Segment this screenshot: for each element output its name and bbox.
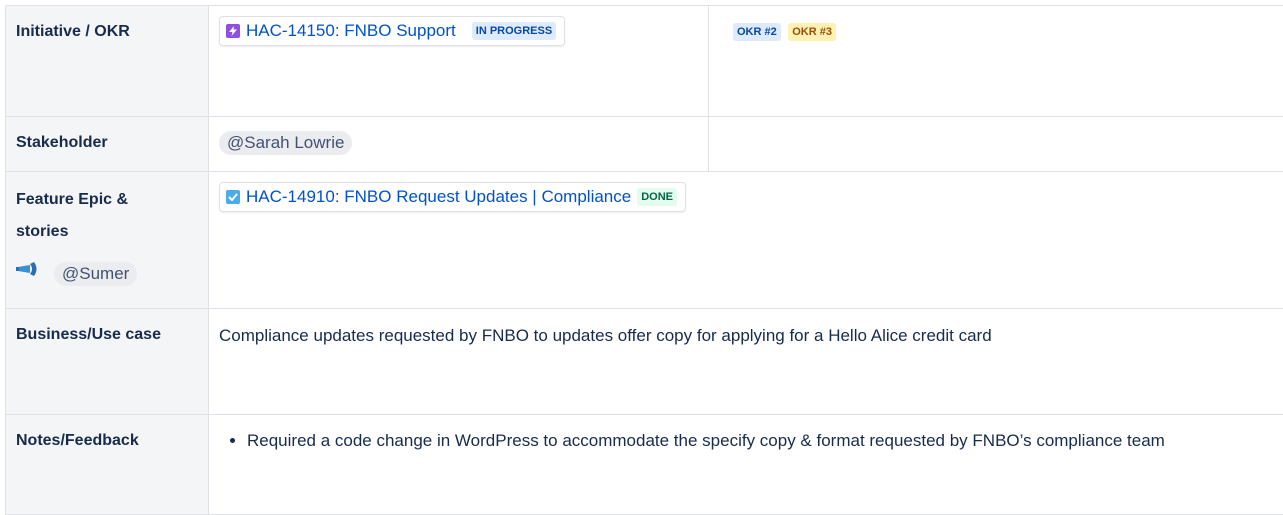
- stakeholder-label: Stakeholder: [16, 134, 108, 151]
- business-label: Business/Use case: [16, 319, 166, 351]
- business-cell: Compliance updates requested by FNBO to …: [209, 309, 1283, 415]
- stakeholder-empty-cell: [709, 117, 1283, 172]
- notes-list: Required a code change in WordPress to a…: [219, 426, 1255, 456]
- business-text: Compliance updates requested by FNBO to …: [219, 326, 992, 345]
- feature-cell: HAC-14910: FNBO Request Updates | Compli…: [209, 172, 1283, 309]
- jira-issue-card-initiative[interactable]: HAC-14150: FNBO Support IN PROGRESS: [219, 16, 565, 46]
- row-header-stakeholder: Stakeholder: [6, 117, 209, 172]
- status-badge-done: DONE: [637, 188, 677, 206]
- list-item: Required a code change in WordPress to a…: [247, 426, 1255, 456]
- feature-label: Feature Epic & stories: [16, 184, 166, 248]
- okr-cell: OKR #2 OKR #3: [709, 6, 1283, 117]
- table-row-initiative: Initiative / OKR HAC-14150: FNBO Support…: [6, 6, 1283, 117]
- row-header-business: Business/Use case: [6, 309, 209, 415]
- megaphone-icon: [16, 258, 46, 290]
- table-row-feature: Feature Epic & stories @Sumer HAC-14910:…: [6, 172, 1283, 309]
- initiative-issue-link[interactable]: HAC-14150: FNBO Support: [246, 21, 456, 41]
- table-row-business: Business/Use case Compliance updates req…: [6, 309, 1283, 415]
- initiative-label: Initiative / OKR: [16, 23, 130, 40]
- status-badge-in-progress: IN PROGRESS: [472, 22, 556, 40]
- initiative-cell: HAC-14150: FNBO Support IN PROGRESS: [209, 6, 709, 117]
- notes-cell: Required a code change in WordPress to a…: [209, 415, 1283, 515]
- notes-label: Notes/Feedback: [16, 432, 139, 449]
- row-header-initiative: Initiative / OKR: [6, 6, 209, 117]
- jira-issue-card-feature[interactable]: HAC-14910: FNBO Request Updates | Compli…: [219, 182, 686, 212]
- task-checkbox-icon: [226, 190, 240, 204]
- details-table: Initiative / OKR HAC-14150: FNBO Support…: [5, 5, 1283, 515]
- stakeholder-cell: @Sarah Lowrie: [209, 117, 709, 172]
- feature-owner: @Sumer: [16, 258, 198, 290]
- stakeholder-mention[interactable]: @Sarah Lowrie: [219, 131, 352, 155]
- row-header-notes: Notes/Feedback: [6, 415, 209, 515]
- feature-issue-link[interactable]: HAC-14910: FNBO Request Updates | Compli…: [246, 187, 631, 207]
- okr-badge-2: OKR #2: [733, 23, 781, 41]
- table-row-notes: Notes/Feedback Required a code change in…: [6, 415, 1283, 515]
- row-header-feature: Feature Epic & stories @Sumer: [6, 172, 209, 309]
- epic-lightning-icon: [226, 24, 240, 38]
- okr-badge-3: OKR #3: [788, 23, 836, 41]
- feature-owner-mention[interactable]: @Sumer: [54, 262, 137, 286]
- table-row-stakeholder: Stakeholder @Sarah Lowrie: [6, 117, 1283, 172]
